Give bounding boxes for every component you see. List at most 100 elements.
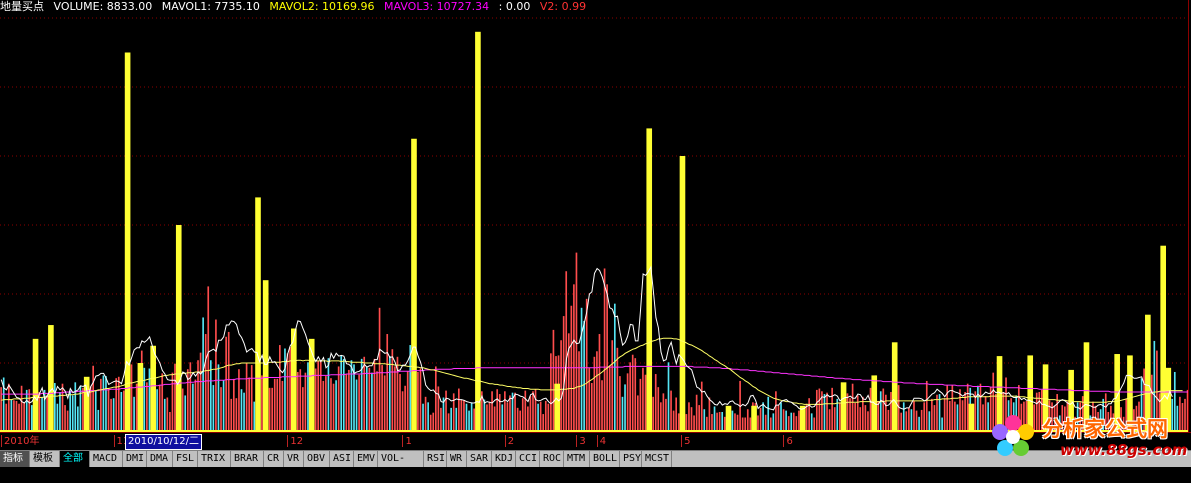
volume-bar — [220, 387, 222, 432]
tab-macd[interactable]: MACD — [90, 451, 123, 467]
volume-bar — [388, 356, 391, 432]
volume-bar — [578, 351, 580, 432]
volume-bar — [504, 391, 506, 432]
volume-bar — [905, 411, 908, 432]
volume-bar — [279, 345, 281, 432]
volume-bar — [327, 358, 330, 432]
tab-mtm[interactable]: MTM — [564, 451, 590, 467]
volume-bar — [836, 398, 839, 432]
volume-chart[interactable] — [0, 14, 1189, 432]
tab-fsl[interactable]: FSL — [173, 451, 198, 467]
volume-bar — [629, 362, 631, 432]
volume-bar — [833, 407, 836, 432]
tab-rsi[interactable]: RSI — [424, 451, 447, 467]
volume-bar — [601, 380, 603, 432]
volume-bar — [818, 388, 821, 432]
volume-bar — [100, 378, 102, 432]
volume-bar — [337, 366, 340, 432]
volume-bar — [15, 400, 18, 432]
tab-item-1[interactable]: 模板 — [30, 451, 60, 467]
volume-bar — [808, 398, 810, 432]
tab-wr[interactable]: WR — [447, 451, 467, 467]
volume-bar — [910, 409, 913, 432]
volume-bar — [565, 271, 568, 432]
volume-bar — [286, 353, 289, 432]
logo-url: www.88gs.com — [1060, 441, 1188, 459]
volume-bar — [706, 416, 708, 432]
volume-bar — [491, 391, 493, 432]
volume-bar — [979, 383, 982, 432]
tab-obv[interactable]: OBV — [304, 451, 330, 467]
volume-bar — [74, 382, 77, 432]
tab-vol-tdx[interactable]: VOL-TDX — [378, 451, 424, 480]
volume-bar — [759, 407, 762, 432]
tab-mcst[interactable]: MCST — [642, 451, 672, 467]
volume-bar — [890, 391, 892, 432]
tab-kdj[interactable]: KDJ — [492, 451, 516, 467]
tab-roc[interactable]: ROC — [540, 451, 564, 467]
volume-bar — [493, 406, 496, 432]
signal-bar — [48, 325, 54, 432]
tab-vr[interactable]: VR — [284, 451, 304, 467]
volume-bar — [757, 415, 759, 432]
volume-bar — [345, 374, 348, 432]
signal-bar — [32, 338, 39, 432]
tab-item-0[interactable]: 指标 — [0, 451, 30, 467]
volume-readout: VOLUME: 8833.00 — [53, 0, 153, 13]
volume-bar — [869, 387, 872, 432]
tab-dma[interactable]: DMA — [147, 451, 173, 467]
volume-bar — [596, 351, 598, 432]
volume-bar — [296, 371, 299, 432]
volume-bar — [897, 385, 900, 432]
volume-bar — [690, 407, 693, 432]
volume-bar — [135, 383, 138, 432]
volume-bar — [560, 340, 562, 432]
volume-bar — [232, 378, 235, 432]
volume-bar — [59, 391, 61, 432]
tab-brar[interactable]: BRAR — [231, 451, 264, 467]
volume-bar — [66, 410, 69, 432]
volume-bar — [386, 334, 389, 432]
volume-bar — [417, 371, 419, 432]
volume-bar — [831, 387, 833, 432]
volume-bar — [158, 385, 161, 432]
volume-bar — [913, 400, 915, 432]
volume-bar — [608, 365, 611, 432]
volume-bar — [222, 380, 225, 432]
volume-bar — [212, 385, 215, 432]
volume-bar — [798, 410, 800, 432]
tab-asi[interactable]: ASI — [330, 451, 354, 467]
volume-bar — [826, 392, 828, 432]
tab-psy[interactable]: PSY — [620, 451, 642, 467]
tab-cci[interactable]: CCI — [516, 451, 540, 467]
tab-sar[interactable]: SAR — [467, 451, 492, 467]
volume-bar — [877, 400, 880, 432]
tab-dmi[interactable]: DMI — [123, 451, 147, 467]
signal-bar — [1160, 245, 1166, 432]
tab-item-2[interactable]: 全部 — [60, 451, 90, 467]
time-tick: 2010年 — [0, 435, 40, 447]
volume-bar — [5, 403, 8, 432]
volume-bar — [718, 411, 721, 432]
volume-chart-area[interactable] — [0, 14, 1189, 432]
signal-bar — [968, 403, 975, 432]
volume-bar — [723, 416, 726, 432]
volume-bar — [404, 385, 406, 432]
signal-bar — [679, 156, 686, 432]
volume-bar — [463, 400, 465, 432]
volume-bar — [23, 403, 25, 432]
volume-bar — [207, 286, 210, 432]
volume-bar — [672, 410, 675, 432]
volume-bar — [790, 412, 793, 432]
volume-bar — [350, 360, 353, 432]
time-tick: 1 — [402, 435, 412, 447]
tab-trix[interactable]: TRIX — [198, 451, 231, 467]
tab-emv[interactable]: EMV — [354, 451, 378, 467]
volume-bar — [94, 390, 97, 432]
volume-bar — [908, 407, 910, 432]
volume-bar — [795, 416, 798, 432]
tab-boll[interactable]: BOLL — [590, 451, 620, 467]
volume-bar — [769, 417, 772, 432]
tab-cr[interactable]: CR — [264, 451, 284, 467]
volume-bar — [987, 402, 989, 432]
